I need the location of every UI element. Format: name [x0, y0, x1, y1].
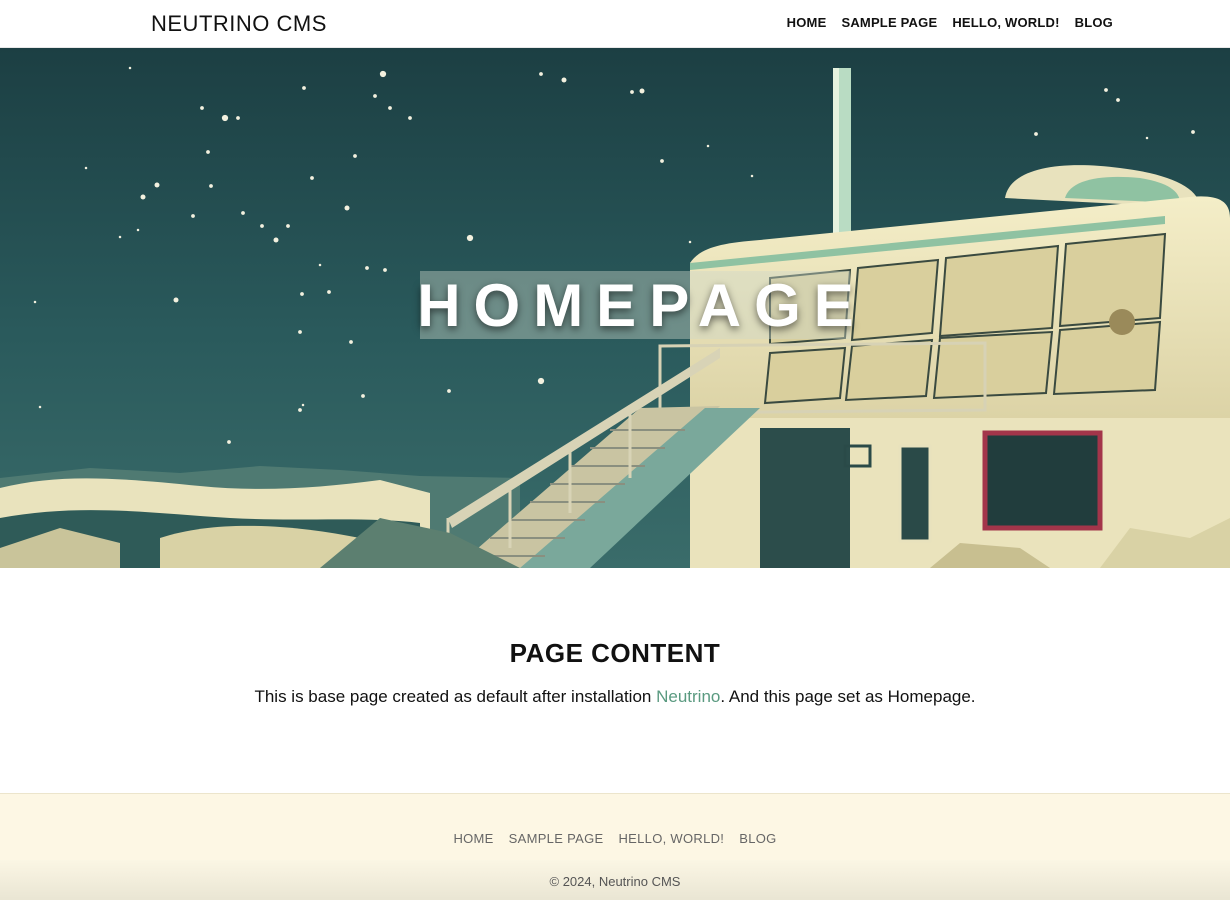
star	[539, 72, 543, 76]
star	[118, 235, 122, 239]
star	[286, 224, 290, 228]
star	[408, 116, 412, 120]
star	[466, 234, 474, 242]
star	[38, 405, 42, 409]
star	[1116, 98, 1120, 102]
star	[84, 166, 88, 170]
main-nav: HOME SAMPLE PAGE HELLO, WORLD! BLOG	[787, 15, 1113, 30]
star	[688, 240, 692, 244]
star	[388, 106, 392, 110]
star	[136, 228, 140, 232]
star	[310, 176, 314, 180]
star	[1034, 132, 1038, 136]
star	[349, 340, 353, 344]
star	[236, 116, 240, 120]
star	[1191, 130, 1195, 134]
footer-nav-blog-link[interactable]: BLOG	[739, 831, 776, 846]
footer-nav: HOME SAMPLE PAGE HELLO, WORLD! BLOG	[0, 831, 1230, 846]
star	[191, 214, 195, 218]
star	[537, 377, 545, 385]
star	[353, 154, 357, 158]
star	[365, 266, 369, 270]
star	[273, 237, 279, 243]
hero-title: HOMEPAGE	[417, 271, 867, 339]
star	[361, 394, 365, 398]
hero-banner: HOMEPAGE	[0, 48, 1230, 568]
star	[706, 144, 710, 148]
star	[327, 290, 331, 294]
star	[209, 184, 213, 188]
star	[227, 440, 231, 444]
page-content: PAGE CONTENT This is base page created a…	[0, 568, 1230, 793]
star	[128, 66, 132, 70]
site-logo-link[interactable]: NEUTRINO CMS	[151, 11, 327, 37]
star	[298, 408, 302, 412]
neutrino-link[interactable]: Neutrino	[656, 687, 720, 706]
hero-title-box: HOMEPAGE	[417, 271, 854, 339]
star	[660, 159, 664, 163]
copyright-text: © 2024, Neutrino CMS	[0, 860, 1230, 900]
star	[750, 174, 754, 178]
star	[221, 114, 229, 122]
nav-sample-page-link[interactable]: SAMPLE PAGE	[841, 15, 937, 30]
site-footer: HOME SAMPLE PAGE HELLO, WORLD! BLOG © 20…	[0, 793, 1230, 900]
nav-home-link[interactable]: HOME	[787, 15, 827, 30]
star	[302, 86, 306, 90]
content-text-before: This is base page created as default aft…	[254, 687, 657, 706]
star	[630, 90, 634, 94]
star	[639, 88, 645, 94]
nav-hello-world-link[interactable]: HELLO, WORLD!	[952, 15, 1059, 30]
page-content-text: This is base page created as default aft…	[0, 687, 1230, 707]
star	[241, 211, 245, 215]
star	[140, 194, 146, 200]
star	[200, 106, 204, 110]
star	[33, 300, 37, 304]
footer-nav-hello-world-link[interactable]: HELLO, WORLD!	[618, 831, 724, 846]
star	[1104, 88, 1108, 92]
star	[344, 205, 350, 211]
star	[300, 292, 304, 296]
page-content-heading: PAGE CONTENT	[509, 638, 721, 668]
content-text-after: . And this page set as Homepage.	[720, 687, 976, 706]
star	[561, 77, 567, 83]
star	[447, 389, 451, 393]
star	[173, 297, 179, 303]
star	[383, 268, 387, 272]
top-navbar: NEUTRINO CMS HOME SAMPLE PAGE HELLO, WOR…	[0, 0, 1230, 48]
star	[373, 94, 377, 98]
footer-nav-sample-page-link[interactable]: SAMPLE PAGE	[509, 831, 604, 846]
nav-blog-link[interactable]: BLOG	[1075, 15, 1113, 30]
star	[154, 182, 160, 188]
star	[260, 224, 264, 228]
star	[318, 263, 322, 267]
star	[379, 70, 387, 78]
star	[301, 403, 305, 407]
star	[1145, 136, 1149, 140]
footer-nav-home-link[interactable]: HOME	[453, 831, 493, 846]
star	[298, 330, 302, 334]
star	[206, 150, 210, 154]
